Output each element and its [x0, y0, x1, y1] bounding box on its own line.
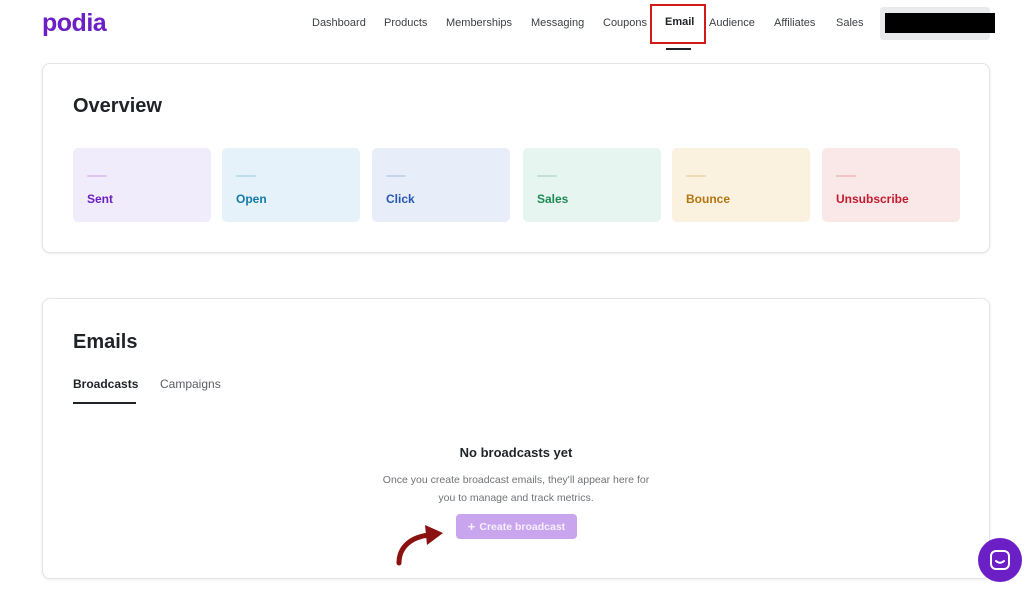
metric-sent-label: Sent	[87, 192, 114, 206]
metric-bounce-value-placeholder	[686, 175, 706, 177]
metric-open-value-placeholder	[236, 175, 256, 177]
metric-click: Click	[372, 148, 510, 222]
tab-broadcasts[interactable]: Broadcasts	[73, 377, 138, 391]
metric-click-label: Click	[386, 192, 415, 206]
emails-title: Emails	[73, 331, 138, 353]
nav-dashboard[interactable]: Dashboard	[312, 17, 366, 29]
metric-sales: Sales	[523, 148, 661, 222]
create-broadcast-button[interactable]: + Create broadcast	[456, 514, 577, 539]
active-tab-underline	[73, 402, 136, 404]
nav-coupons[interactable]: Coupons	[603, 17, 647, 29]
metric-unsubscribe-value-placeholder	[836, 175, 856, 177]
nav-memberships[interactable]: Memberships	[446, 17, 512, 29]
metric-bounce-label: Bounce	[686, 192, 731, 206]
account-name-redacted	[885, 13, 995, 33]
metric-unsubscribe: Unsubscribe	[822, 148, 960, 222]
podia-logo[interactable]: podia	[42, 9, 107, 38]
nav-audience[interactable]: Audience	[709, 17, 755, 29]
annotation-arrow-icon	[396, 525, 443, 566]
nav-messaging[interactable]: Messaging	[531, 17, 584, 29]
active-nav-underline	[666, 48, 691, 50]
create-broadcast-label: Create broadcast	[479, 520, 566, 533]
metric-sent: Sent	[73, 148, 211, 222]
emails-card: Emails Broadcasts Campaigns No broadcast…	[42, 298, 990, 579]
chat-launcher-button[interactable]	[978, 538, 1022, 582]
overview-title: Overview	[73, 95, 162, 117]
metric-unsubscribe-label: Unsubscribe	[836, 192, 909, 206]
overview-card: Overview Sent Open Click Sales Bounce Un…	[42, 63, 990, 253]
metric-sales-value-placeholder	[537, 175, 557, 177]
metric-sales-label: Sales	[537, 192, 569, 206]
metric-open-label: Open	[236, 192, 267, 206]
chat-icon	[990, 550, 1010, 570]
nav-affiliates[interactable]: Affiliates	[774, 17, 815, 29]
nav-products[interactable]: Products	[384, 17, 427, 29]
email-nav-highlight-box	[650, 4, 706, 44]
plus-icon: +	[467, 519, 476, 534]
metric-sent-value-placeholder	[87, 175, 107, 177]
tab-campaigns[interactable]: Campaigns	[160, 377, 221, 391]
metric-bounce: Bounce	[672, 148, 810, 222]
metric-open: Open	[222, 148, 360, 222]
metric-click-value-placeholder	[386, 175, 406, 177]
nav-sales[interactable]: Sales	[836, 17, 864, 29]
empty-state-title: No broadcasts yet	[459, 445, 573, 460]
empty-state-description: Once you create broadcast emails, they'l…	[382, 474, 650, 504]
